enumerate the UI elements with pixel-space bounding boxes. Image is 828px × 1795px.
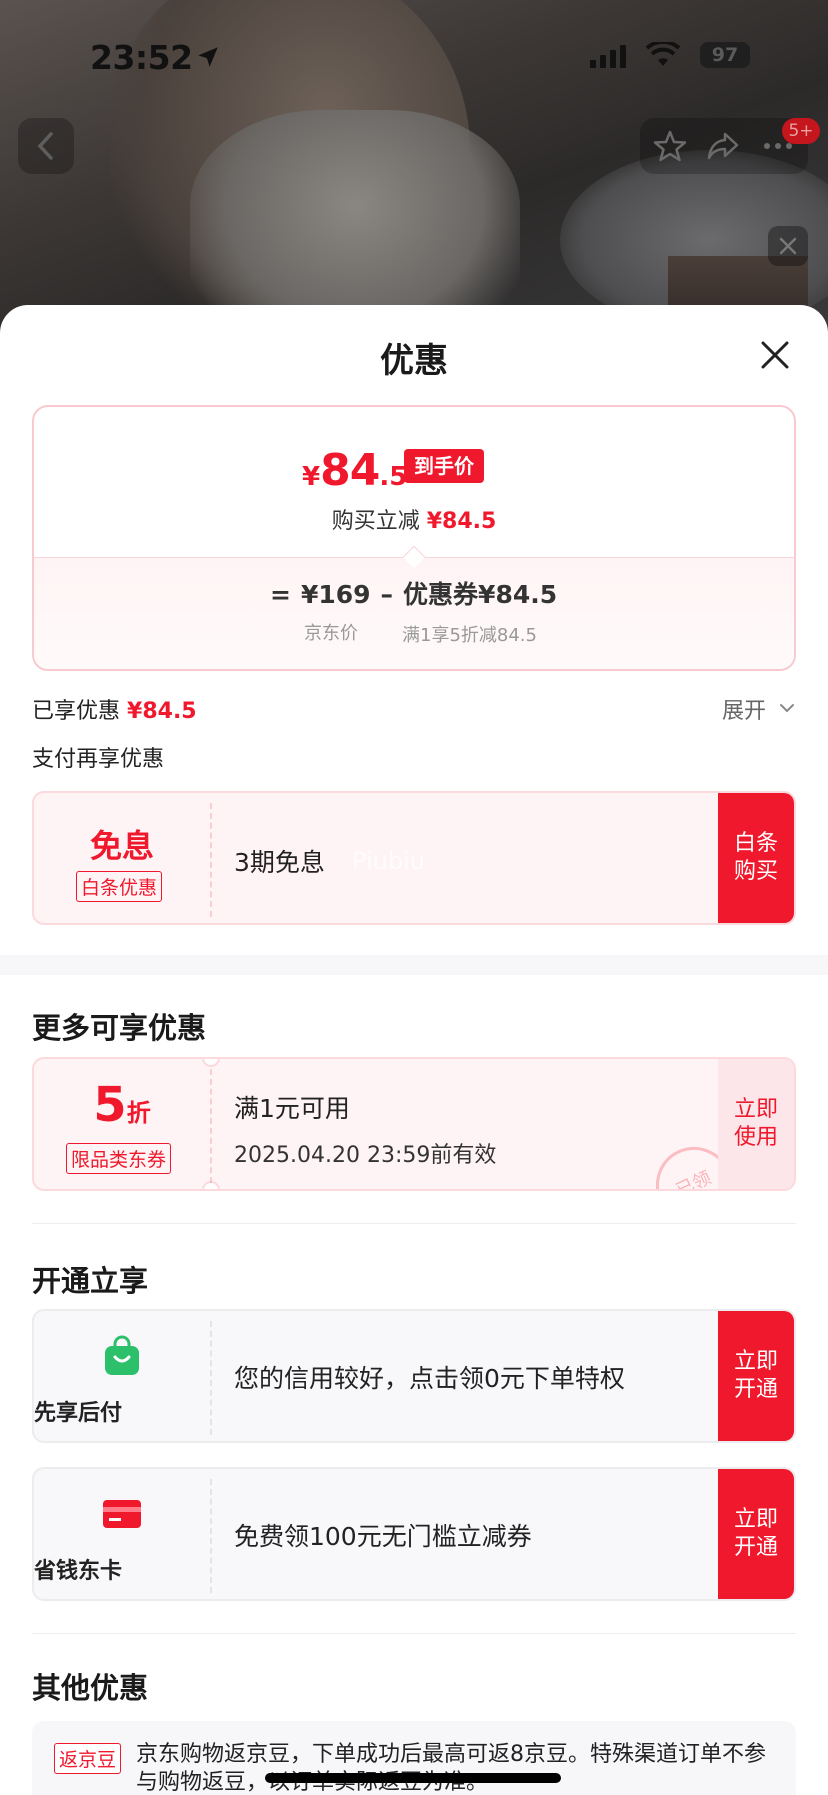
status-bar: 23:52 97 bbox=[0, 0, 828, 110]
discount-tag: 限品类东券 bbox=[66, 1143, 172, 1174]
more-discounts-title: 更多可享优惠 bbox=[32, 1011, 207, 1045]
discount-value: 5折 bbox=[93, 1077, 151, 1133]
discount-sheet: 优惠 ¥84.5 到手价 购买立减 ¥84.5 = ¥169– 优惠券¥84.5 京… bbox=[0, 305, 828, 1795]
shopping-bag-icon bbox=[105, 1335, 139, 1375]
credit-offer: 先享后付 您的信用较好，点击领0元下单特权 立即开通 bbox=[32, 1309, 796, 1443]
back-icon bbox=[37, 132, 53, 160]
star-icon[interactable] bbox=[652, 128, 688, 164]
watermark: Piubiu bbox=[352, 847, 425, 875]
credit-desc: 您的信用较好，点击领0元下单特权 bbox=[234, 1364, 625, 1393]
credit-label: 先享后付 bbox=[34, 1401, 123, 1426]
jingdou-text: 京东购物返京豆，下单成功后最高可返8京豆。特殊渠道订单不参与购物返豆，以订单实际… bbox=[136, 1742, 766, 1795]
share-icon[interactable] bbox=[705, 128, 741, 164]
close-icon bbox=[779, 237, 797, 255]
open-credit-button[interactable]: 立即开通 bbox=[718, 1311, 794, 1441]
home-indicator bbox=[265, 1773, 561, 1783]
baitiao-desc: 3期免息 bbox=[234, 848, 325, 877]
close-icon[interactable] bbox=[755, 335, 795, 375]
final-price-tag: 到手价 bbox=[404, 449, 484, 483]
sheet-title: 优惠 bbox=[380, 341, 448, 381]
discount-desc: 满1元可用 bbox=[234, 1094, 350, 1123]
expand-button[interactable]: 展开 bbox=[722, 693, 766, 725]
baitiao-main: 免息 bbox=[89, 827, 154, 865]
card-label: 省钱东卡 bbox=[34, 1559, 123, 1584]
discount-coupon: 5折 限品类东券 满1元可用 2025.04.20 23:59前有效 已领 立即… bbox=[32, 1057, 796, 1191]
more-badge: 5+ bbox=[782, 118, 820, 144]
jingdou-offer: 返京豆 京东购物返京豆，下单成功后最高可返8京豆。特殊渠道订单不参与购物返豆，以… bbox=[32, 1721, 796, 1795]
open-card-button[interactable]: 立即开通 bbox=[718, 1469, 794, 1599]
chevron-down-icon[interactable] bbox=[778, 699, 796, 717]
price-card: ¥84.5 到手价 购买立减 ¥84.5 = ¥169– 优惠券¥84.5 京东价 … bbox=[32, 405, 796, 671]
savings-card-offer: 省钱东卡 免费领100元无门槛立减券 立即开通 bbox=[32, 1467, 796, 1601]
discount-validity: 2025.04.20 23:59前有效 bbox=[234, 1143, 497, 1168]
baitiao-offer: 免息 白条优惠 3期免息 Piubiu 白条购买 bbox=[32, 791, 796, 925]
baitiao-buy-button[interactable]: 白条购买 bbox=[718, 793, 794, 923]
battery-indicator: 97 bbox=[700, 42, 750, 68]
pay-more-title: 支付再享优惠 bbox=[32, 747, 165, 772]
open-enjoy-title: 开通立享 bbox=[32, 1264, 149, 1298]
other-discounts-title: 其他优惠 bbox=[32, 1671, 149, 1705]
back-button[interactable] bbox=[18, 118, 74, 174]
baitiao-tag: 白条优惠 bbox=[76, 871, 163, 902]
card-desc: 免费领100元无门槛立减券 bbox=[234, 1522, 532, 1551]
wifi-icon bbox=[645, 42, 681, 66]
status-time: 23:52 bbox=[90, 38, 193, 77]
card-icon bbox=[103, 1500, 141, 1528]
jingdou-tag: 返京豆 bbox=[54, 1743, 122, 1774]
base-price-caption: 京东价 bbox=[304, 623, 358, 644]
coupon-caption: 满1享5折减84.5 bbox=[402, 625, 537, 646]
final-price: ¥84.5 bbox=[302, 445, 408, 496]
use-now-button[interactable]: 立即使用 bbox=[718, 1059, 794, 1189]
floating-close-button[interactable] bbox=[768, 226, 808, 266]
price-formula: = ¥169– 优惠券¥84.5 bbox=[270, 580, 558, 609]
signal-icon bbox=[590, 45, 626, 68]
enjoyed-discount: 已享优惠 ¥84.5 bbox=[32, 699, 197, 724]
reduce-line: 购买立减 ¥84.5 bbox=[331, 509, 497, 534]
location-arrow-icon bbox=[198, 47, 218, 67]
